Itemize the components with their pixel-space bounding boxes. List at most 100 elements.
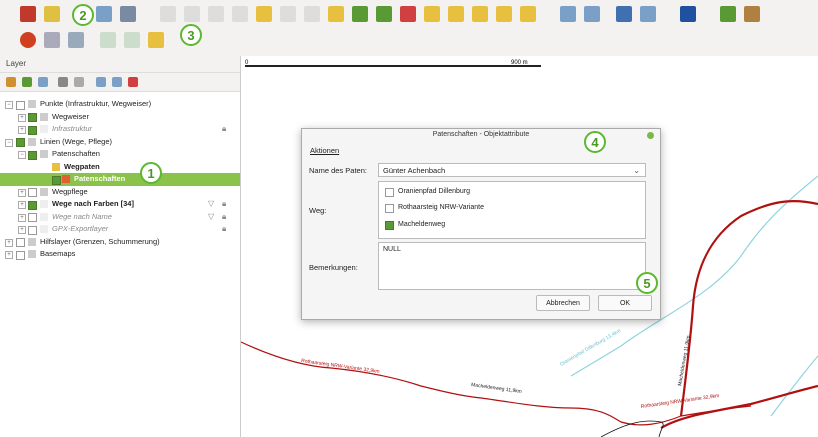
redo-icon[interactable] [304, 6, 320, 22]
filter-expression-icon[interactable] [74, 77, 84, 87]
expand-toggle-icon[interactable]: + [18, 113, 26, 122]
layer-row-wege-nach-name[interactable]: + Wege nach Name ▽ 🔒︎ [0, 211, 240, 224]
group-icon [40, 187, 48, 196]
toggle-editing-icon[interactable] [44, 6, 60, 22]
expand-toggle-icon[interactable]: + [5, 251, 13, 259]
copy-icon[interactable] [208, 6, 224, 22]
digitize-icon[interactable] [328, 6, 344, 22]
layer-label: Patenschaften [52, 149, 100, 158]
expand-toggle-icon[interactable]: + [18, 213, 26, 222]
layer-checkbox[interactable] [28, 200, 37, 210]
collapse-icon[interactable] [112, 77, 122, 87]
expand-toggle-icon[interactable]: + [18, 201, 26, 209]
layer-row-wegweiser[interactable]: + Wegweiser [0, 111, 240, 124]
remove-layer-icon[interactable] [128, 77, 138, 87]
python-console-icon[interactable] [680, 6, 696, 22]
layer-row-patenschaften-group[interactable]: − Patenschaften [0, 148, 240, 161]
add-ring-icon[interactable] [448, 6, 464, 22]
layer-row-punkte[interactable]: − Punkte (Infrastruktur, Wegweiser) [0, 98, 240, 111]
layer-checkbox[interactable] [16, 238, 25, 247]
filter-icon[interactable]: ▽ [208, 200, 216, 208]
layer-checkbox[interactable] [28, 125, 37, 135]
identify-icon[interactable] [584, 6, 600, 22]
save-icon[interactable] [256, 6, 272, 22]
layer-row-wegpflege[interactable]: + Wegpflege [0, 186, 240, 199]
attribute-table-icon[interactable] [616, 6, 632, 22]
layer-checkbox[interactable] [28, 225, 37, 235]
fill-ring-icon[interactable] [496, 6, 512, 22]
expand-toggle-icon[interactable]: + [5, 238, 13, 247]
road-label-2: Macheldenweg 11,9km [471, 382, 522, 395]
collapse-toggle-icon[interactable]: − [18, 151, 26, 159]
add-feature-icon[interactable] [96, 6, 112, 22]
lock-icon: 🔒︎ [222, 211, 227, 221]
collapse-toggle-icon[interactable]: − [5, 101, 13, 109]
filter-icon[interactable] [58, 77, 68, 87]
layer-checkbox[interactable] [52, 175, 61, 185]
undo-icon[interactable] [280, 6, 296, 22]
layer-label: Wegpflege [52, 186, 88, 196]
layer-label: GPX-Exportlayer [52, 224, 109, 233]
weg-label: Weg: [309, 206, 327, 215]
weg-option-label: Rothaarsteig NRW-Variante [398, 204, 484, 211]
layer-checkbox[interactable] [16, 138, 25, 147]
scale-end-label: 900 m [511, 60, 528, 66]
paste-icon[interactable] [232, 6, 248, 22]
visibility-icon[interactable] [38, 77, 48, 87]
layer-row-gpx-export[interactable]: + GPX-Exportlayer 🔒︎ [0, 223, 240, 236]
layer-checkbox[interactable] [28, 150, 37, 160]
expand-toggle-icon[interactable]: + [18, 226, 26, 234]
edit-pencil-icon[interactable] [20, 6, 36, 22]
collapse-toggle-icon[interactable]: − [5, 138, 13, 147]
close-icon[interactable] [647, 132, 654, 139]
layer-checkbox[interactable] [16, 250, 25, 260]
name-combobox[interactable]: Günter Achenbach ⌄ [378, 163, 646, 177]
layer-checkbox[interactable] [28, 188, 37, 197]
expand-icon[interactable] [96, 77, 106, 87]
processing-icon[interactable] [744, 6, 760, 22]
style-icon[interactable] [6, 77, 16, 87]
weg-checkbox-checked[interactable] [385, 221, 394, 230]
layer-row-patenschaften-selected[interactable]: Patenschaften [0, 173, 240, 186]
layer-row-infrastruktur[interactable]: + Infrastruktur 🔒︎ [0, 123, 240, 136]
rotate-icon[interactable] [400, 6, 416, 22]
weg-checkbox[interactable] [385, 204, 394, 213]
snapping-icon[interactable] [20, 32, 36, 48]
select-icon[interactable] [560, 6, 576, 22]
weg-checkbox[interactable] [385, 188, 394, 197]
topology-icon[interactable] [100, 32, 116, 48]
plugin-icon[interactable] [720, 6, 736, 22]
add-part-icon[interactable] [472, 6, 488, 22]
trace-icon[interactable] [148, 32, 164, 48]
intersection-icon[interactable] [124, 32, 140, 48]
layer-row-hilfslayer[interactable]: + Hilfslayer (Grenzen, Schummerung) [0, 236, 240, 249]
vertex-tool-icon[interactable] [120, 6, 136, 22]
snap-mode-icon[interactable] [68, 32, 84, 48]
delete-icon[interactable] [160, 6, 176, 22]
layer-checkbox[interactable] [16, 100, 25, 110]
delete-ring-icon[interactable] [520, 6, 536, 22]
cancel-button[interactable]: Abbrechen [536, 295, 590, 311]
remarks-textarea[interactable]: NULL [378, 242, 646, 290]
layer-row-wegpaten[interactable]: Wegpaten [0, 161, 240, 174]
layer-label: Hilfslayer (Grenzen, Schummerung) [40, 236, 160, 246]
snap-layer-icon[interactable] [44, 32, 60, 48]
layer-row-basemaps[interactable]: + Basemaps [0, 248, 240, 261]
layer-tree: − Punkte (Infrastruktur, Wegweiser) + We… [0, 98, 240, 261]
layer-row-wege-nach-farben[interactable]: + Wege nach Farben [34] ▽ 🔒︎ [0, 198, 240, 211]
filter-icon[interactable]: ▽ [208, 212, 216, 221]
merge-icon[interactable] [376, 6, 392, 22]
simplify-icon[interactable] [424, 6, 440, 22]
add-group-icon[interactable] [22, 77, 32, 87]
layer-checkbox[interactable] [28, 113, 37, 122]
layer-checkbox[interactable] [28, 213, 37, 222]
cut-icon[interactable] [184, 6, 200, 22]
split-icon[interactable] [352, 6, 368, 22]
group-icon [28, 137, 36, 146]
expand-toggle-icon[interactable]: + [18, 126, 26, 134]
field-calculator-icon[interactable] [640, 6, 656, 22]
ok-button[interactable]: OK [598, 295, 652, 311]
layer-row-linien[interactable]: − Linien (Wege, Pflege) [0, 136, 240, 149]
expand-toggle-icon[interactable]: + [18, 188, 26, 197]
actions-menu[interactable]: Aktionen [310, 146, 339, 155]
